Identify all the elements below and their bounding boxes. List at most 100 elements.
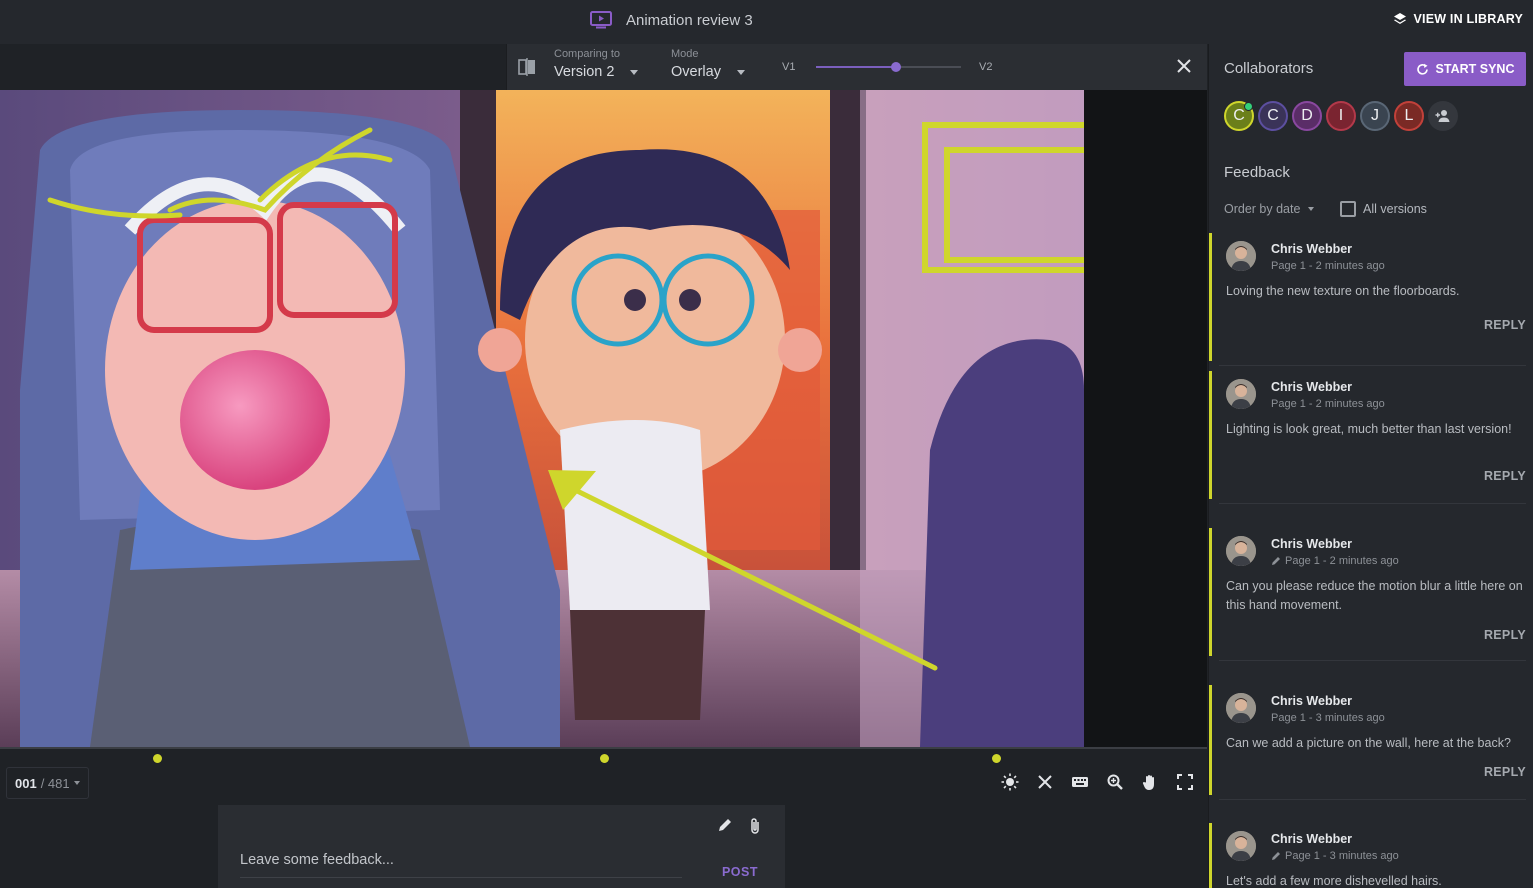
compare-off-icon[interactable] (1035, 770, 1055, 794)
slider-thumb[interactable] (890, 62, 901, 72)
collaborator-avatars: CCDIJL (1224, 101, 1458, 131)
add-person-icon (1435, 110, 1450, 122)
avatar-initial: I (1338, 107, 1344, 124)
version-slider[interactable] (816, 62, 961, 72)
reply-button[interactable]: REPLY (1484, 469, 1526, 483)
feedback-input[interactable]: Leave some feedback... (240, 852, 394, 868)
comparing-to-value: Version 2 (554, 64, 615, 80)
collaborator-avatar[interactable]: J (1360, 101, 1390, 131)
comment-author: Chris Webber (1271, 694, 1353, 708)
comment-meta: Page 1 - 3 minutes ago (1271, 850, 1399, 862)
comment-author: Chris Webber (1271, 242, 1353, 256)
order-by-label: Order by date (1224, 202, 1301, 216)
comment-meta: Page 1 - 2 minutes ago (1271, 260, 1385, 272)
online-indicator (1244, 102, 1253, 111)
order-by-select[interactable]: Order by date (1224, 202, 1315, 216)
avatar-initial: L (1404, 107, 1414, 124)
avatar-initial: D (1301, 107, 1313, 124)
comment-item: Chris Webber Page 1 - 3 minutes ago Can we… (1209, 685, 1533, 800)
add-collaborator-button[interactable] (1428, 101, 1458, 131)
top-bar: Animation review 3 VIEW IN LIBRARY (0, 0, 1533, 44)
view-in-library-button[interactable]: VIEW IN LIBRARY (1393, 12, 1523, 26)
comment-timestamp: Page 1 - 2 minutes ago (1271, 398, 1385, 410)
comment-meta: Page 1 - 3 minutes ago (1271, 712, 1385, 724)
comment-item: Chris Webber Page 1 - 2 minutes ago Loving… (1209, 233, 1533, 366)
collaborator-avatar[interactable]: C (1258, 101, 1288, 131)
timeline-comment-marker[interactable] (599, 754, 609, 763)
mode-select[interactable]: Mode Overlay (671, 48, 745, 80)
compare-icon[interactable] (517, 57, 537, 77)
comment-author: Chris Webber (1271, 380, 1353, 394)
comment-item: Chris Webber Page 1 - 2 minutes ago Lighti… (1209, 371, 1533, 504)
zoom-icon[interactable] (1105, 770, 1125, 794)
checkbox-box[interactable] (1340, 201, 1356, 217)
viewer-header-spacer (0, 44, 506, 90)
pan-hand-icon[interactable] (1140, 770, 1160, 794)
comment-item: Chris Webber Page 1 - 2 minutes ago Can yo… (1209, 528, 1533, 661)
comment-text: Let's add a few more dishevelled hairs. (1226, 874, 1442, 888)
input-underline (240, 877, 682, 878)
v1-label: V1 (782, 61, 796, 73)
start-sync-button[interactable]: START SYNC (1404, 52, 1526, 86)
viewer-toolbar (1000, 770, 1195, 794)
chevron-down-icon (1308, 207, 1315, 211)
frame-selector[interactable]: 001 / 481 (6, 767, 89, 799)
collaborator-avatar[interactable]: I (1326, 101, 1356, 131)
collaborator-avatar[interactable]: L (1394, 101, 1424, 131)
media-viewer[interactable] (0, 90, 1207, 747)
collaborator-avatar[interactable]: D (1292, 101, 1322, 131)
comparing-to-label: Comparing to (554, 48, 621, 60)
comment-timestamp: Page 1 - 2 minutes ago (1271, 260, 1385, 272)
comment-accent-bar (1209, 823, 1212, 888)
mode-label: Mode (671, 48, 699, 60)
comparing-to-select[interactable]: Comparing to Version 2 (554, 48, 639, 80)
fullscreen-icon[interactable] (1175, 770, 1195, 794)
comment-author: Chris Webber (1271, 537, 1353, 551)
feedback-heading: Feedback (1224, 164, 1290, 181)
view-in-library-label: VIEW IN LIBRARY (1413, 12, 1523, 26)
collaborators-heading: Collaborators (1224, 60, 1314, 77)
chevron-down-icon (736, 69, 745, 75)
timeline-comment-marker[interactable] (991, 754, 1001, 763)
timeline-comment-marker[interactable] (152, 754, 162, 763)
avatar (1226, 693, 1256, 723)
animation-frame-image (0, 90, 1084, 747)
pencil-icon (1272, 852, 1280, 860)
paperclip-icon[interactable] (749, 817, 761, 835)
post-button[interactable]: POST (722, 865, 758, 879)
layers-icon (1393, 13, 1406, 24)
close-icon[interactable] (1175, 57, 1193, 75)
timeline-scrubber[interactable] (0, 747, 1207, 749)
comment-timestamp: Page 1 - 3 minutes ago (1271, 712, 1385, 724)
all-versions-checkbox[interactable]: All versions (1340, 201, 1427, 217)
comment-accent-bar (1209, 233, 1212, 361)
sync-icon (1416, 63, 1428, 75)
page-title: Animation review 3 (626, 11, 753, 29)
collaborator-avatar[interactable]: C (1224, 101, 1254, 131)
frame-total: / 481 (40, 775, 70, 791)
comment-accent-bar (1209, 685, 1212, 795)
side-panel: Collaborators START SYNC C C D I J L Feedback… (1208, 44, 1533, 888)
composer-tools (717, 817, 761, 835)
comment-timestamp: Page 1 - 2 minutes ago (1285, 555, 1399, 567)
comment-meta: Page 1 - 2 minutes ago (1271, 555, 1399, 567)
avatar (1226, 241, 1256, 271)
tv-play-icon (590, 11, 612, 29)
v2-label: V2 (979, 61, 993, 73)
pencil-icon[interactable] (717, 817, 733, 833)
comment-item: Chris Webber Page 1 - 3 minutes ago Let's … (1209, 823, 1533, 888)
reply-button[interactable]: REPLY (1484, 628, 1526, 642)
comment-author: Chris Webber (1271, 832, 1353, 846)
reply-button[interactable]: REPLY (1484, 318, 1526, 332)
comment-timestamp: Page 1 - 3 minutes ago (1285, 850, 1399, 862)
reply-button[interactable]: REPLY (1484, 765, 1526, 779)
avatar (1226, 831, 1256, 861)
comment-divider (1219, 365, 1526, 366)
chevron-down-icon (630, 69, 639, 75)
keyboard-icon[interactable] (1070, 770, 1090, 794)
comment-accent-bar (1209, 528, 1212, 656)
brightness-icon[interactable] (1000, 770, 1020, 794)
start-sync-label: START SYNC (1435, 62, 1515, 76)
avatar-initial: J (1371, 107, 1379, 124)
comment-text: Lighting is look great, much better than… (1226, 422, 1512, 436)
